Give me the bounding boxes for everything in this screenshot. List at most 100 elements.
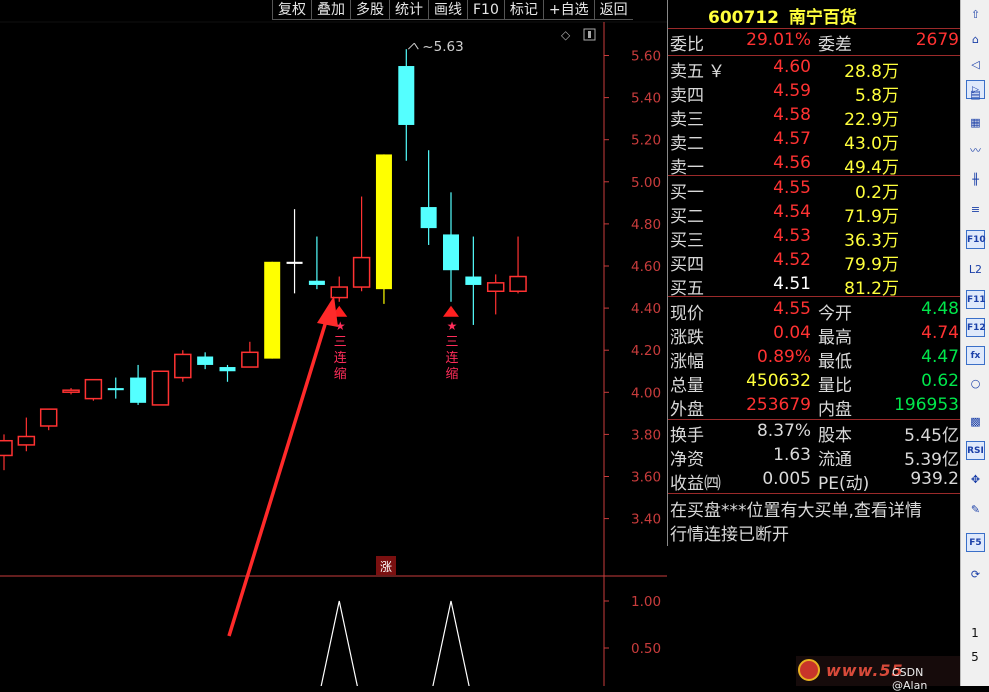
stat-value: 0.89% [756,347,811,367]
candle[interactable] [509,236,527,294]
bid-label: 买三 [670,231,704,251]
candle-body [62,389,80,393]
move-icon[interactable]: ✥ [966,470,985,489]
candle[interactable] [241,341,259,368]
bid-price: 4.52 [773,250,811,270]
candle[interactable] [465,236,482,325]
candle-body [465,276,482,285]
zhang-tag-label: 涨 [380,559,392,574]
weibi-label: 委比 [670,35,704,55]
diamond-icon[interactable]: ◇ [561,28,571,42]
stat-value: 0.04 [773,323,811,343]
app-window: ◇ 5.60 5.40 5.20 5.00 4.80 4.60 4.40 4.20 4.00 3.8… [0,0,989,692]
f5-icon[interactable]: F5 [966,533,985,552]
candle[interactable] [375,154,392,304]
message-row-1[interactable]: 在买盘***位置有大买单,查看详情 [670,496,959,521]
ask-volume: 43.0万 [844,134,899,154]
candle-body [0,439,13,457]
scroll-up-icon[interactable]: ⇧ [966,5,985,24]
ask-label: 卖一 [670,158,704,178]
table-icon[interactable]: ▦ [966,113,985,132]
stat-value: 253679 [746,395,811,415]
f12-icon[interactable]: F12 [966,318,986,337]
candle[interactable] [107,377,124,399]
report-icon[interactable]: ▤ [966,85,985,104]
news-icon[interactable]: ≡ [966,200,985,219]
pen-icon[interactable]: ✎ [966,500,985,519]
refresh-icon[interactable]: ⟳ [966,565,985,584]
candle[interactable] [264,261,281,359]
toolbar-overlay-button[interactable]: 叠加 [311,0,350,20]
candle[interactable] [219,364,236,382]
fund-label: 净资 [670,450,704,470]
grid-icon[interactable]: ▩ [966,412,985,431]
line-chart-icon[interactable]: 〰 [966,141,985,160]
candle-body [241,351,259,368]
candle[interactable] [443,192,459,302]
f10-icon[interactable]: F10 [966,230,986,249]
candle[interactable] [398,49,415,161]
candle-body [219,367,236,372]
bid-row[interactable]: 买二 4.54 71.9万 [670,202,959,227]
fx-icon[interactable]: fx [966,346,985,365]
candle-body [130,377,147,403]
rsi-icon[interactable]: RSI [966,441,985,460]
candle[interactable] [39,408,58,431]
candle-body [509,275,527,293]
stat-label: 总量 [670,376,704,396]
strip-number[interactable]: 1 [961,626,989,640]
toolbar-add-watchlist-button[interactable]: +自选 [542,0,594,20]
circle-icon[interactable]: ○ [966,374,985,393]
ask-row[interactable]: 卖三 4.58 22.9万 [670,105,959,130]
strip-number[interactable]: 5 [961,650,989,664]
candle[interactable] [174,350,192,382]
bigorder-message[interactable]: 在买盘***位置有大买单,查看详情 [670,496,922,521]
candle[interactable] [197,352,214,370]
fund-label2: PE(动) [818,474,870,494]
candle[interactable] [130,364,147,405]
home-up-icon[interactable]: ⌂ [966,30,985,49]
connection-status: 行情连接已断开 [670,525,789,545]
ask-row[interactable]: 卖五 ￥ 4.60 28.8万 [670,57,959,82]
toolbar-multistock-button[interactable]: 多股 [350,0,389,20]
candle-body [17,435,36,446]
stat-value2: 0.62 [921,371,959,391]
bid-row[interactable]: 买四 4.52 79.9万 [670,250,959,275]
back-icon[interactable]: ◁ [966,55,985,74]
candle[interactable] [0,434,13,471]
candle[interactable] [486,274,505,315]
candle[interactable] [352,196,371,292]
price-tick-label: 5.00 [631,175,661,191]
candle[interactable] [84,378,103,401]
fund-value: 8.37% [756,421,811,441]
candle-body [174,353,192,379]
toolbar-f10-button[interactable]: F10 [467,0,504,20]
candle-body [486,282,505,293]
candle[interactable] [151,370,170,406]
kline-chart[interactable]: ◇ 5.60 5.40 5.20 5.00 4.80 4.60 4.40 4.20 4.00 3.8… [0,0,667,686]
candle[interactable] [17,417,36,452]
high-marker-arrow [407,42,419,50]
bid-row[interactable]: 买三 4.53 36.3万 [670,226,959,251]
ask-row[interactable]: 卖二 4.57 43.0万 [670,129,959,154]
toolbar-fuquan-button[interactable]: 复权 [272,0,311,20]
weibi-row: 委比 29.01% 委差 2679 [670,30,959,55]
candle[interactable] [62,388,80,395]
bid-volume: 79.9万 [844,255,899,275]
f11-icon[interactable]: F11 [966,290,986,309]
fund-value2: 5.39亿 [904,450,959,470]
bid-row[interactable]: 买五 4.51 81.2万 [670,274,959,299]
ask-row[interactable]: 卖一 4.56 49.4万 [670,153,959,178]
candle[interactable] [420,150,437,245]
toolbar-mark-button[interactable]: 标记 [503,0,543,20]
kline-icon[interactable]: ╫ [966,170,985,189]
toolbar-back-button[interactable]: 返回 [593,0,633,20]
bid-volume: 81.2万 [844,279,899,299]
ask-row[interactable]: 卖四 4.59 5.8万 [670,81,959,106]
level-icon[interactable]: L2 [966,260,985,279]
bid-row[interactable]: 买一 4.55 0.2万 [670,178,959,203]
candle[interactable] [286,209,303,294]
toolbar-draw-button[interactable]: 画线 [428,0,467,20]
candle[interactable] [308,236,325,290]
toolbar-stats-button[interactable]: 统计 [389,0,428,20]
